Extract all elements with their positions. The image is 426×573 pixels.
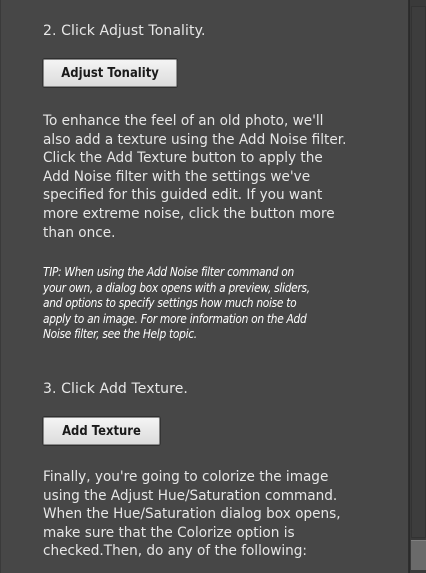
- text-line: than once.: [43, 224, 116, 241]
- text-line: also add a texture using the Add Noise f…: [43, 131, 347, 148]
- text-line: make sure that the Colorize option is: [43, 524, 295, 541]
- tip-line: apply to an image. For more information …: [43, 310, 307, 326]
- guided-edit-panel: 2. Click Adjust Tonality. Adjust Tonalit…: [0, 0, 409, 573]
- tip-line: your own, a dialog box opens with a prev…: [43, 279, 310, 295]
- scrollbar-track[interactable]: [411, 6, 426, 538]
- text-line: using the Adjust Hue/Saturation command.: [43, 487, 338, 504]
- tip-line: TIP: When using the Add Noise filter com…: [43, 264, 294, 279]
- tip-note: TIP: When using the Add Noise filter com…: [43, 264, 327, 342]
- text-line: Add Noise filter with the settings we've: [43, 168, 311, 185]
- add-texture-button[interactable]: Add Texture: [43, 417, 160, 445]
- text-line: specified for this guided edit. If you w…: [43, 187, 323, 204]
- text-line: To enhance the feel of an old photo, we'…: [43, 113, 324, 129]
- vertical-scrollbar[interactable]: [409, 0, 426, 573]
- text-line: more extreme noise, click the button mor…: [43, 205, 335, 222]
- tip-line: and options to specify settings how much…: [43, 295, 297, 311]
- tip-line: Noise filter, see the Help topic.: [43, 326, 197, 342]
- step-2-heading: 2. Click Adjust Tonality.: [43, 23, 206, 39]
- adjust-tonality-button[interactable]: Adjust Tonality: [43, 59, 178, 87]
- text-line: When the Hue/Saturation dialog box opens…: [43, 506, 341, 523]
- add-texture-description: To enhance the feel of an old photo, we'…: [43, 112, 374, 242]
- text-line: Click the Add Texture button to apply th…: [43, 150, 323, 167]
- text-line: Finally, you're going to colorize the im…: [43, 469, 329, 485]
- colorize-description: Finally, you're going to colorize the im…: [43, 468, 374, 561]
- text-line: checked.Then, do any of the following:: [43, 543, 308, 560]
- scrollbar-thumb[interactable]: [411, 540, 426, 570]
- step-3-heading: 3. Click Add Texture.: [43, 381, 188, 397]
